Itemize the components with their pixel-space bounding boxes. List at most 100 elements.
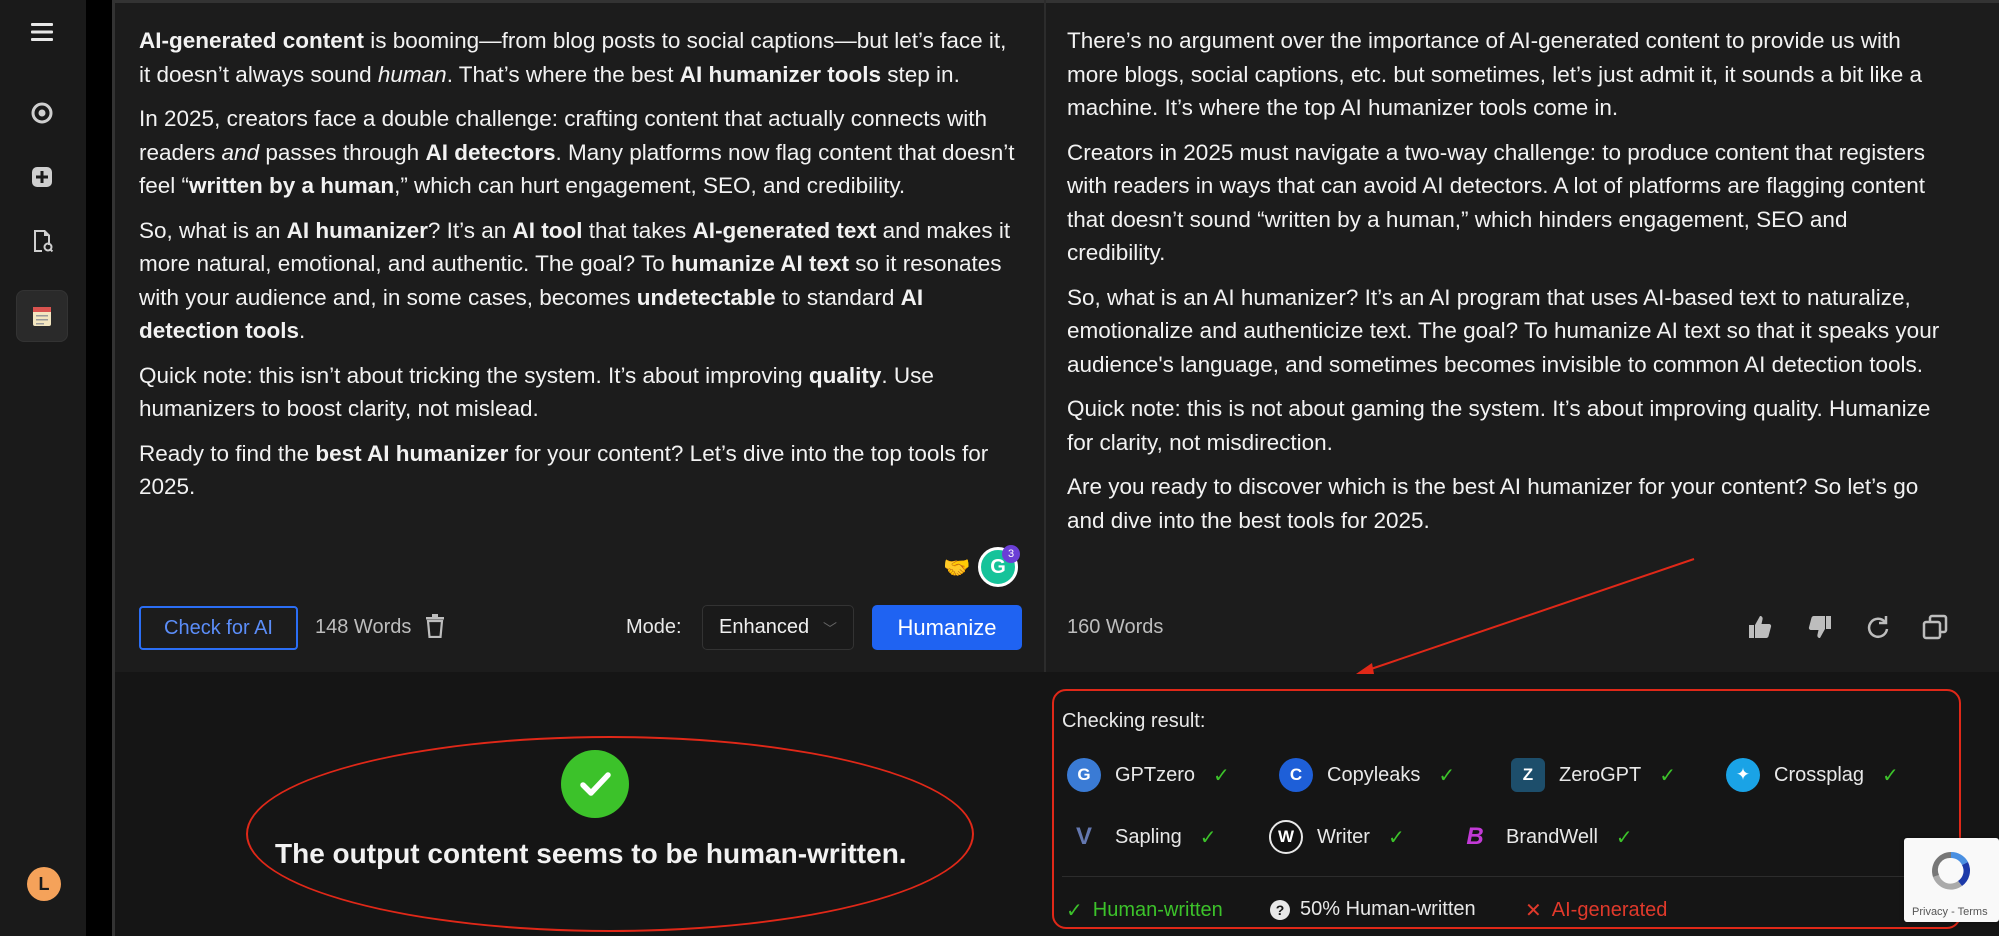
check-icon: ✓ xyxy=(1199,826,1217,849)
recaptcha-icon xyxy=(1932,851,1971,890)
input-paragraph: AI-generated content is booming—from blo… xyxy=(139,24,1019,91)
bold-text: AI-generated text xyxy=(692,217,877,243)
question-icon: ? xyxy=(1270,899,1290,920)
check-icon: ✓ xyxy=(1387,826,1405,849)
writer-logo-icon: W xyxy=(1269,820,1303,854)
detector-name: GPTzero xyxy=(1115,763,1196,786)
bold-text: undetectable xyxy=(636,284,776,310)
checking-result-title: Checking result: xyxy=(1062,710,1206,732)
avatar[interactable]: L xyxy=(27,867,61,901)
sapling-logo-icon: V xyxy=(1075,823,1092,850)
annotation-ellipse xyxy=(246,736,974,932)
input-paragraph: Ready to find the best AI humanizer for … xyxy=(139,437,1019,504)
bold-text: humanize AI text xyxy=(671,251,849,276)
document-search-icon[interactable] xyxy=(22,221,62,261)
sidebar: L xyxy=(0,0,86,936)
bold-text: AI tool xyxy=(512,217,583,243)
check-icon: ✓ xyxy=(1438,764,1456,787)
recaptcha-privacy-terms[interactable]: Privacy - Terms xyxy=(1912,906,1988,918)
detector-gptzero: G GPTzero ✓ xyxy=(1067,758,1230,792)
output-paragraph: Are you ready to discover which is the b… xyxy=(1067,474,1919,533)
text-run: to standard xyxy=(775,284,901,310)
detector-name: Crossplag xyxy=(1774,763,1865,786)
detector-zerogpt: Z ZeroGPT ✓ xyxy=(1511,758,1676,792)
output-paragraph: Quick note: this is not about gaming the… xyxy=(1067,396,1931,455)
input-text-area[interactable]: AI-generated content is booming—from blo… xyxy=(139,24,1019,515)
mode-label: Mode: xyxy=(626,616,682,638)
mode-select[interactable]: Enhanced ﹀ xyxy=(702,605,854,650)
text-run: Quick note: this isn’t about tricking th… xyxy=(139,362,809,388)
legend-ai: ✕ AI-generated xyxy=(1525,898,1667,923)
output-paragraph: So, what is an AI humanizer? It’s an AI … xyxy=(1067,284,1940,377)
bold-text: written by a human xyxy=(189,173,395,198)
legend-human: ✓ Human-written xyxy=(1066,898,1223,923)
copy-icon[interactable] xyxy=(1922,614,1948,640)
detector-name: BrandWell xyxy=(1506,825,1598,848)
detector-copyleaks: C Copyleaks ✓ xyxy=(1279,758,1455,792)
detector-sapling: V Sapling ✓ xyxy=(1067,820,1217,854)
copyleaks-logo-icon: C xyxy=(1279,758,1313,792)
bold-text: AI-generated content xyxy=(139,28,365,53)
handshake-icon[interactable]: 🤝 xyxy=(943,555,970,581)
italic-text: and xyxy=(221,139,260,165)
input-paragraph: Quick note: this isn’t about tricking th… xyxy=(139,359,1019,426)
text-run: . xyxy=(299,318,306,343)
text-run: ,” which can hurt engagement, SEO, and c… xyxy=(394,173,906,198)
text-run: . That’s where the best xyxy=(446,61,680,87)
check-icon: ✓ xyxy=(1882,764,1899,787)
crossplag-logo-icon: ✦ xyxy=(1726,758,1760,792)
bold-text: AI humanizer tools xyxy=(679,61,882,87)
thumbs-up-icon[interactable] xyxy=(1747,614,1773,640)
legend-half-label: 50% Human-written xyxy=(1300,898,1476,920)
check-for-ai-button[interactable]: Check for AI xyxy=(139,606,298,650)
legend-ai-label: AI-generated xyxy=(1551,899,1668,921)
result-divider xyxy=(1062,876,1950,877)
output-text-area[interactable]: There’s no argument over the importance … xyxy=(1067,24,1947,548)
bold-text: best AI humanizer xyxy=(315,440,509,466)
input-paragraph: In 2025, creators face a double challeng… xyxy=(139,102,1019,203)
italic-text: human xyxy=(377,61,447,87)
text-run: ? It’s an xyxy=(427,217,513,243)
thumbs-down-icon[interactable] xyxy=(1807,614,1833,640)
chevron-down-icon: ﹀ xyxy=(823,621,837,637)
legend-half: ? 50% Human-written xyxy=(1270,898,1476,921)
menu-icon[interactable] xyxy=(22,12,62,52)
regenerate-icon[interactable] xyxy=(1865,614,1891,640)
column-divider xyxy=(1044,0,1046,672)
detector-name: Writer xyxy=(1317,825,1370,848)
output-word-count: 160 Words xyxy=(1067,616,1164,638)
detector-name: Copyleaks xyxy=(1327,763,1421,786)
mode-value: Enhanced xyxy=(719,616,810,638)
word-count: 148 Words xyxy=(315,616,412,638)
gptzero-logo-icon: G xyxy=(1067,758,1101,792)
legend-human-label: Human-written xyxy=(1092,899,1223,921)
bold-text: AI detectors xyxy=(425,139,556,165)
brandwell-logo-icon: B xyxy=(1466,823,1484,850)
check-icon: ✓ xyxy=(1615,826,1633,849)
detector-name: ZeroGPT xyxy=(1559,763,1642,786)
output-paragraph: There’s no argument over the importance … xyxy=(1067,28,1922,120)
text-run: that takes xyxy=(582,217,693,243)
recaptcha-badge[interactable]: Privacy - Terms xyxy=(1904,838,1999,922)
detector-writer: W Writer ✓ xyxy=(1269,820,1405,854)
close-icon: ✕ xyxy=(1525,900,1542,922)
rewrite-icon[interactable] xyxy=(22,93,62,133)
add-icon[interactable] xyxy=(22,157,62,197)
text-run: step in. xyxy=(881,61,960,87)
text-run: Ready to find the xyxy=(139,440,316,466)
output-paragraph: Creators in 2025 must navigate a two-way… xyxy=(1067,139,1925,266)
zerogpt-logo-icon: Z xyxy=(1511,758,1545,792)
trash-icon[interactable] xyxy=(424,614,446,643)
input-paragraph: So, what is an AI humanizer? It’s an AI … xyxy=(139,214,1019,348)
check-icon: ✓ xyxy=(1659,764,1677,787)
text-run: So, what is an xyxy=(139,217,287,243)
check-icon: ✓ xyxy=(1213,764,1230,787)
humanize-button[interactable]: Humanize xyxy=(872,605,1022,650)
detector-crossplag: ✦ Crossplag ✓ xyxy=(1726,758,1899,792)
notepad-icon[interactable] xyxy=(16,290,68,342)
check-icon: ✓ xyxy=(1066,900,1083,922)
detector-brandwell: B BrandWell ✓ xyxy=(1458,820,1633,854)
grammarly-count-badge: 3 xyxy=(1002,545,1020,563)
text-run: passes through xyxy=(259,139,426,165)
detector-name: Sapling xyxy=(1115,825,1182,848)
